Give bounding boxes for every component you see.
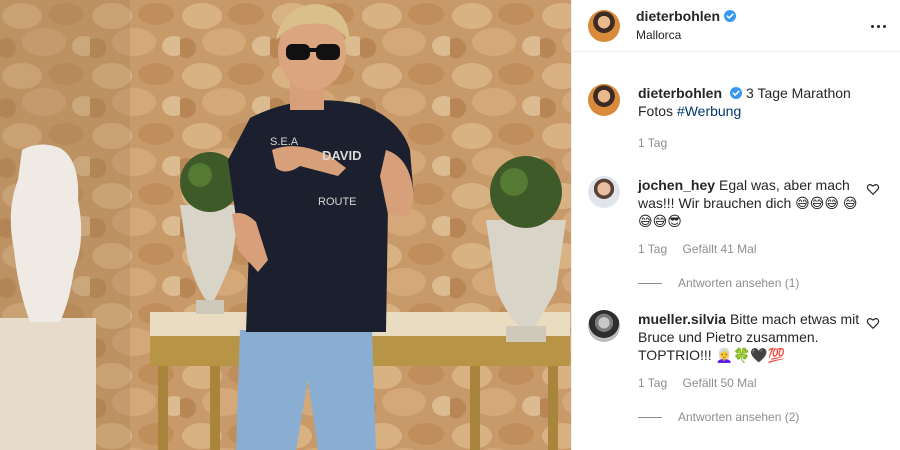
view-replies-label: Antworten ansehen (2) xyxy=(678,410,800,424)
view-replies-button[interactable]: Antworten ansehen (1) xyxy=(638,276,884,290)
caption-text: dieterbohlen 3 Tage Marathon Fotos #Werbu… xyxy=(638,84,884,120)
verified-icon xyxy=(724,10,737,22)
view-replies-button[interactable]: Antworten ansehen (2) xyxy=(638,410,884,424)
replies-divider xyxy=(638,416,662,418)
view-replies-label: Antworten ansehen (1) xyxy=(678,276,800,290)
instagram-post: S.E.A DAVID ROUTE dieterbohlen Mallorca … xyxy=(0,0,900,450)
post-photo: S.E.A DAVID ROUTE xyxy=(0,0,571,450)
heart-icon[interactable] xyxy=(866,316,880,330)
hashtag-link[interactable]: #Werbung xyxy=(677,103,741,119)
author-username[interactable]: dieterbohlen xyxy=(636,8,720,24)
comment-item: mueller.silvia Bitte mach etwas mit Bruce… xyxy=(588,310,884,364)
comment-meta: 1 Tag Gefällt 50 Mal xyxy=(638,376,884,390)
caption: dieterbohlen 3 Tage Marathon Fotos #Werbu… xyxy=(588,84,884,120)
post-media[interactable]: S.E.A DAVID ROUTE xyxy=(0,0,571,450)
comment-list: dieterbohlen 3 Tage Marathon Fotos #Werbu… xyxy=(572,52,900,424)
comment-text: mueller.silvia Bitte mach etwas mit Bruce… xyxy=(638,310,884,364)
comment-time[interactable]: 1 Tag xyxy=(638,242,667,256)
post-location[interactable]: Mallorca xyxy=(636,26,736,44)
commenter-avatar[interactable] xyxy=(588,310,620,342)
comment-username[interactable]: mueller.silvia xyxy=(638,311,726,327)
comment-username[interactable]: jochen_hey xyxy=(638,177,715,193)
comment-likes[interactable]: Gefällt 50 Mal xyxy=(682,376,756,390)
commenter-avatar[interactable] xyxy=(588,176,620,208)
caption-avatar[interactable] xyxy=(588,84,620,116)
post-sidebar: dieterbohlen Mallorca dieterbohlen 3 Tage… xyxy=(571,0,900,450)
verified-icon xyxy=(730,87,743,99)
comment-item: jochen_hey Egal was, aber mach was!!! Wir… xyxy=(588,176,884,230)
comment-text: jochen_hey Egal was, aber mach was!!! Wir… xyxy=(638,176,884,230)
comment-likes[interactable]: Gefällt 41 Mal xyxy=(682,242,756,256)
heart-icon[interactable] xyxy=(866,182,880,196)
author-avatar[interactable] xyxy=(588,9,620,42)
caption-username[interactable]: dieterbohlen xyxy=(638,85,722,101)
svg-text:ROUTE: ROUTE xyxy=(318,196,357,208)
replies-divider xyxy=(638,282,662,284)
svg-text:DAVID: DAVID xyxy=(322,148,361,163)
comment-time[interactable]: 1 Tag xyxy=(638,376,667,390)
author-info: dieterbohlen Mallorca xyxy=(636,7,737,44)
caption-meta: 1 Tag xyxy=(638,136,884,150)
svg-text:S.E.A: S.E.A xyxy=(270,136,299,148)
more-options-icon[interactable] xyxy=(866,14,890,38)
comment-meta: 1 Tag Gefällt 41 Mal xyxy=(638,242,884,256)
caption-time[interactable]: 1 Tag xyxy=(638,136,667,150)
post-header: dieterbohlen Mallorca xyxy=(572,0,900,52)
